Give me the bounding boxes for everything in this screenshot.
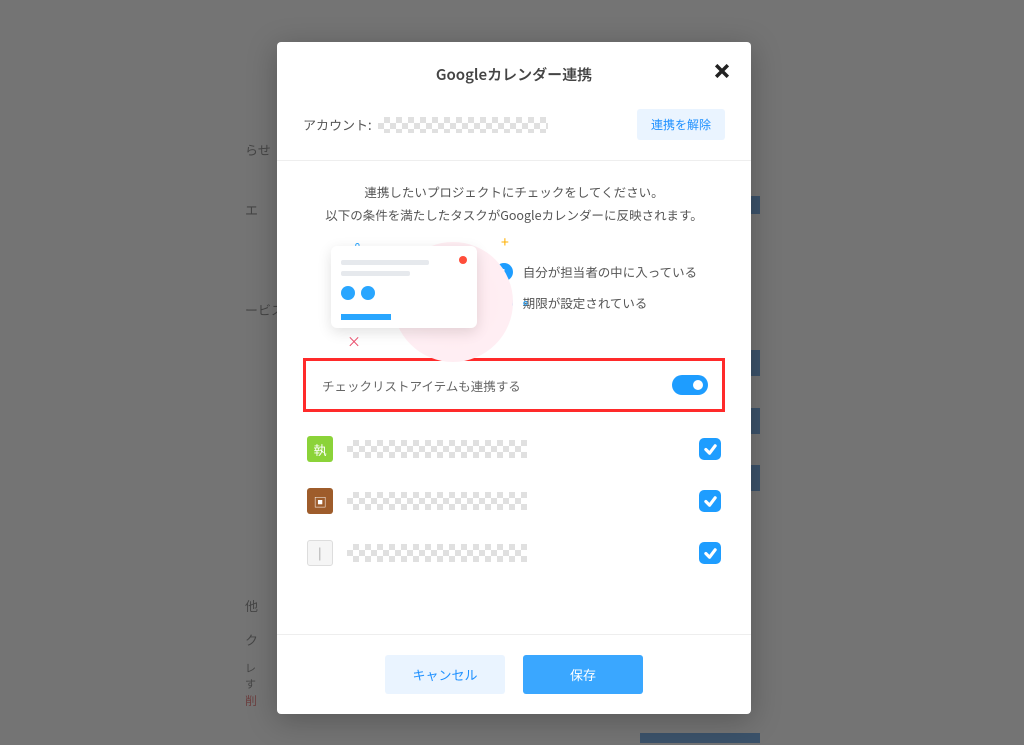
check-icon: [704, 547, 717, 560]
project-row: ▣: [307, 488, 721, 514]
project-name-masked: [347, 544, 527, 562]
project-checkbox[interactable]: [699, 490, 721, 512]
decor-avatar: [361, 286, 375, 300]
modal-footer: キャンセル 保存: [277, 634, 751, 714]
instructions-line: 以下の条件を満たしたタスクがGoogleカレンダーに反映されます。: [303, 204, 725, 227]
task-card-mock: [331, 246, 477, 328]
modal-title: Googleカレンダー連携: [297, 64, 731, 85]
close-icon: [715, 64, 729, 78]
project-name-masked: [347, 492, 527, 510]
account-row: アカウント: 連携を解除: [277, 99, 751, 161]
checklist-sync-label: チェックリストアイテムも連携する: [322, 376, 521, 395]
decor-bar: [341, 314, 391, 320]
project-checkbox[interactable]: [699, 542, 721, 564]
check-icon: [704, 443, 717, 456]
illustration: ∘ + ∘ × 1 自分が担当者の中に入っている 2: [303, 236, 725, 338]
project-icon: 執: [307, 436, 333, 462]
project-checkbox[interactable]: [699, 438, 721, 460]
decor-line: [341, 260, 429, 265]
decor-avatar: [341, 286, 355, 300]
project-list: 執 ▣ ｜: [303, 436, 725, 566]
condition-text: 自分が担当者の中に入っている: [523, 262, 697, 281]
project-name-masked: [347, 440, 527, 458]
modal-header: Googleカレンダー連携: [277, 42, 751, 99]
save-button[interactable]: 保存: [523, 655, 643, 694]
decor-dot: [459, 256, 467, 264]
condition-item: 1 自分が担当者の中に入っている: [495, 262, 697, 281]
condition-text: 期限が設定されている: [523, 293, 648, 312]
instructions: 連携したいプロジェクトにチェックをしてください。 以下の条件を満たしたタスクがG…: [303, 181, 725, 226]
google-calendar-integration-modal: Googleカレンダー連携 アカウント: 連携を解除 連携したいプロジェクトにチ…: [277, 42, 751, 714]
cancel-button[interactable]: キャンセル: [385, 655, 505, 694]
modal-body: 連携したいプロジェクトにチェックをしてください。 以下の条件を満たしたタスクがG…: [277, 161, 751, 634]
project-icon: ▣: [307, 488, 333, 514]
checklist-sync-option: チェックリストアイテムも連携する: [303, 358, 725, 412]
check-icon: [704, 495, 717, 508]
decor-sparkle: ×: [347, 332, 361, 352]
close-button[interactable]: [711, 60, 733, 82]
unlink-button[interactable]: 連携を解除: [637, 109, 725, 140]
decor-line: [341, 271, 410, 276]
checklist-sync-toggle[interactable]: [672, 375, 708, 395]
account-value-masked: [378, 117, 548, 133]
project-row: 執: [307, 436, 721, 462]
project-icon: ｜: [307, 540, 333, 566]
decor-sparkle: ∘: [521, 292, 530, 312]
decor-sparkle: +: [501, 232, 509, 252]
project-row: ｜: [307, 540, 721, 566]
instructions-line: 連携したいプロジェクトにチェックをしてください。: [303, 181, 725, 204]
account-label: アカウント:: [303, 115, 372, 134]
